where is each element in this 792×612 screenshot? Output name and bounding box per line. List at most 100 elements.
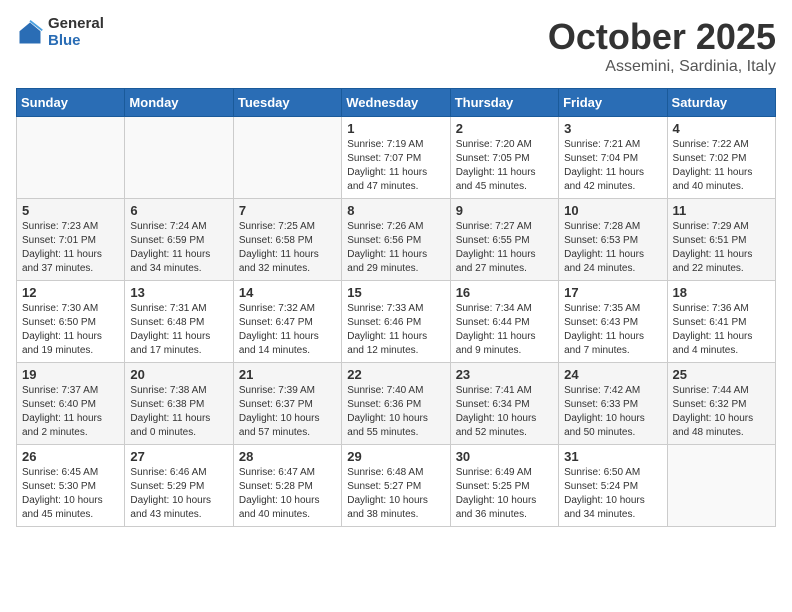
day-number: 10 (564, 203, 661, 218)
calendar-cell: 17Sunrise: 7:35 AM Sunset: 6:43 PM Dayli… (559, 281, 667, 363)
calendar-cell (667, 445, 775, 527)
month-title: October 2025 (548, 16, 776, 58)
day-info: Sunrise: 7:26 AM Sunset: 6:56 PM Dayligh… (347, 220, 444, 276)
weekday-header-friday: Friday (559, 89, 667, 117)
calendar-cell: 13Sunrise: 7:31 AM Sunset: 6:48 PM Dayli… (125, 281, 233, 363)
location-subtitle: Assemini, Sardinia, Italy (548, 58, 776, 76)
day-info: Sunrise: 7:30 AM Sunset: 6:50 PM Dayligh… (22, 302, 119, 358)
calendar-cell: 27 Sunrise: 6:46 AM Sunset: 5:29 PM Dayli… (125, 445, 233, 527)
calendar-week-5: 26Sunrise: 6:45 AM Sunset: 5:30 PM Dayli… (17, 445, 776, 527)
day-info: Sunrise: 6:49 AM Sunset: 5:25 PM Dayligh… (456, 466, 553, 522)
calendar-cell: 6 Sunrise: 7:24 AM Sunset: 6:59 PM Daylig… (125, 199, 233, 281)
day-number: 9 (456, 203, 553, 218)
weekday-header-row: SundayMondayTuesdayWednesdayThursdayFrid… (17, 89, 776, 117)
day-number: 2 (456, 121, 553, 136)
title-block: October 2025 Assemini, Sardinia, Italy (548, 16, 776, 76)
calendar-cell: 9 Sunrise: 7:27 AM Sunset: 6:55 PM Daylig… (450, 199, 558, 281)
logo-blue-text: Blue (48, 33, 104, 50)
day-number: 24 (564, 367, 661, 382)
day-number: 31 (564, 449, 661, 464)
weekday-header-saturday: Saturday (667, 89, 775, 117)
day-number: 1 (347, 121, 444, 136)
day-info: Sunrise: 7:38 AM Sunset: 6:38 PM Dayligh… (130, 384, 227, 440)
calendar-week-4: 19Sunrise: 7:37 AM Sunset: 6:40 PM Dayli… (17, 363, 776, 445)
calendar-cell: 31 Sunrise: 6:50 AM Sunset: 5:24 PM Dayli… (559, 445, 667, 527)
calendar-week-2: 5 Sunrise: 7:23 AM Sunset: 7:01 PM Daylig… (17, 199, 776, 281)
day-info: Sunrise: 7:35 AM Sunset: 6:43 PM Dayligh… (564, 302, 661, 358)
day-number: 14 (239, 285, 336, 300)
day-info: Sunrise: 6:46 AM Sunset: 5:29 PM Dayligh… (130, 466, 227, 522)
day-number: 6 (130, 203, 227, 218)
calendar-cell: 15Sunrise: 7:33 AM Sunset: 6:46 PM Dayli… (342, 281, 450, 363)
logo: General Blue (16, 16, 104, 49)
logo-general-text: General (48, 16, 104, 33)
calendar-cell: 7Sunrise: 7:25 AM Sunset: 6:58 PM Daylig… (233, 199, 341, 281)
weekday-header-thursday: Thursday (450, 89, 558, 117)
day-info: Sunrise: 6:48 AM Sunset: 5:27 PM Dayligh… (347, 466, 444, 522)
calendar-cell: 2 Sunrise: 7:20 AM Sunset: 7:05 PM Daylig… (450, 117, 558, 199)
weekday-header-tuesday: Tuesday (233, 89, 341, 117)
day-number: 21 (239, 367, 336, 382)
day-info: Sunrise: 7:44 AM Sunset: 6:32 PM Dayligh… (673, 384, 770, 440)
weekday-header-wednesday: Wednesday (342, 89, 450, 117)
calendar-cell: 16Sunrise: 7:34 AM Sunset: 6:44 PM Dayli… (450, 281, 558, 363)
day-info: Sunrise: 7:21 AM Sunset: 7:04 PM Dayligh… (564, 138, 661, 194)
calendar-cell: 4 Sunrise: 7:22 AM Sunset: 7:02 PM Daylig… (667, 117, 775, 199)
calendar-cell: 26Sunrise: 6:45 AM Sunset: 5:30 PM Dayli… (17, 445, 125, 527)
calendar-cell: 19Sunrise: 7:37 AM Sunset: 6:40 PM Dayli… (17, 363, 125, 445)
day-info: Sunrise: 7:24 AM Sunset: 6:59 PM Dayligh… (130, 220, 227, 276)
calendar-week-1: 1Sunrise: 7:19 AM Sunset: 7:07 PM Daylig… (17, 117, 776, 199)
day-number: 5 (22, 203, 119, 218)
day-info: Sunrise: 7:22 AM Sunset: 7:02 PM Dayligh… (673, 138, 770, 194)
day-info: Sunrise: 7:23 AM Sunset: 7:01 PM Dayligh… (22, 220, 119, 276)
day-info: Sunrise: 7:40 AM Sunset: 6:36 PM Dayligh… (347, 384, 444, 440)
calendar-cell: 22 Sunrise: 7:40 AM Sunset: 6:36 PM Dayli… (342, 363, 450, 445)
logo-icon (16, 19, 44, 47)
day-number: 15 (347, 285, 444, 300)
day-info: Sunrise: 6:45 AM Sunset: 5:30 PM Dayligh… (22, 466, 119, 522)
day-number: 23 (456, 367, 553, 382)
calendar-cell (125, 117, 233, 199)
day-number: 4 (673, 121, 770, 136)
day-number: 29 (347, 449, 444, 464)
calendar-cell: 1Sunrise: 7:19 AM Sunset: 7:07 PM Daylig… (342, 117, 450, 199)
weekday-header-sunday: Sunday (17, 89, 125, 117)
day-number: 18 (673, 285, 770, 300)
day-info: Sunrise: 6:47 AM Sunset: 5:28 PM Dayligh… (239, 466, 336, 522)
day-info: Sunrise: 7:20 AM Sunset: 7:05 PM Dayligh… (456, 138, 553, 194)
day-number: 28 (239, 449, 336, 464)
calendar-cell: 5 Sunrise: 7:23 AM Sunset: 7:01 PM Daylig… (17, 199, 125, 281)
day-info: Sunrise: 7:36 AM Sunset: 6:41 PM Dayligh… (673, 302, 770, 358)
day-info: Sunrise: 7:41 AM Sunset: 6:34 PM Dayligh… (456, 384, 553, 440)
calendar-cell: 25 Sunrise: 7:44 AM Sunset: 6:32 PM Dayli… (667, 363, 775, 445)
calendar-week-3: 12 Sunrise: 7:30 AM Sunset: 6:50 PM Dayli… (17, 281, 776, 363)
day-info: Sunrise: 7:42 AM Sunset: 6:33 PM Dayligh… (564, 384, 661, 440)
calendar-cell (17, 117, 125, 199)
calendar-cell (233, 117, 341, 199)
day-number: 16 (456, 285, 553, 300)
logo-text: General Blue (48, 16, 104, 49)
calendar-cell: 12 Sunrise: 7:30 AM Sunset: 6:50 PM Dayli… (17, 281, 125, 363)
calendar-cell: 10 Sunrise: 7:28 AM Sunset: 6:53 PM Dayli… (559, 199, 667, 281)
day-number: 11 (673, 203, 770, 218)
day-number: 25 (673, 367, 770, 382)
day-info: Sunrise: 7:27 AM Sunset: 6:55 PM Dayligh… (456, 220, 553, 276)
calendar-cell: 14 Sunrise: 7:32 AM Sunset: 6:47 PM Dayli… (233, 281, 341, 363)
calendar-cell: 18 Sunrise: 7:36 AM Sunset: 6:41 PM Dayli… (667, 281, 775, 363)
day-number: 12 (22, 285, 119, 300)
day-number: 8 (347, 203, 444, 218)
calendar-cell: 29 Sunrise: 6:48 AM Sunset: 5:27 PM Dayli… (342, 445, 450, 527)
day-number: 22 (347, 367, 444, 382)
day-info: Sunrise: 7:32 AM Sunset: 6:47 PM Dayligh… (239, 302, 336, 358)
day-info: Sunrise: 7:28 AM Sunset: 6:53 PM Dayligh… (564, 220, 661, 276)
calendar-cell: 3Sunrise: 7:21 AM Sunset: 7:04 PM Daylig… (559, 117, 667, 199)
day-info: Sunrise: 6:50 AM Sunset: 5:24 PM Dayligh… (564, 466, 661, 522)
calendar-cell: 28 Sunrise: 6:47 AM Sunset: 5:28 PM Dayli… (233, 445, 341, 527)
day-info: Sunrise: 7:39 AM Sunset: 6:37 PM Dayligh… (239, 384, 336, 440)
calendar-cell: 23 Sunrise: 7:41 AM Sunset: 6:34 PM Dayli… (450, 363, 558, 445)
day-number: 13 (130, 285, 227, 300)
calendar-cell: 8 Sunrise: 7:26 AM Sunset: 6:56 PM Daylig… (342, 199, 450, 281)
day-number: 27 (130, 449, 227, 464)
day-number: 19 (22, 367, 119, 382)
calendar-cell: 20Sunrise: 7:38 AM Sunset: 6:38 PM Dayli… (125, 363, 233, 445)
